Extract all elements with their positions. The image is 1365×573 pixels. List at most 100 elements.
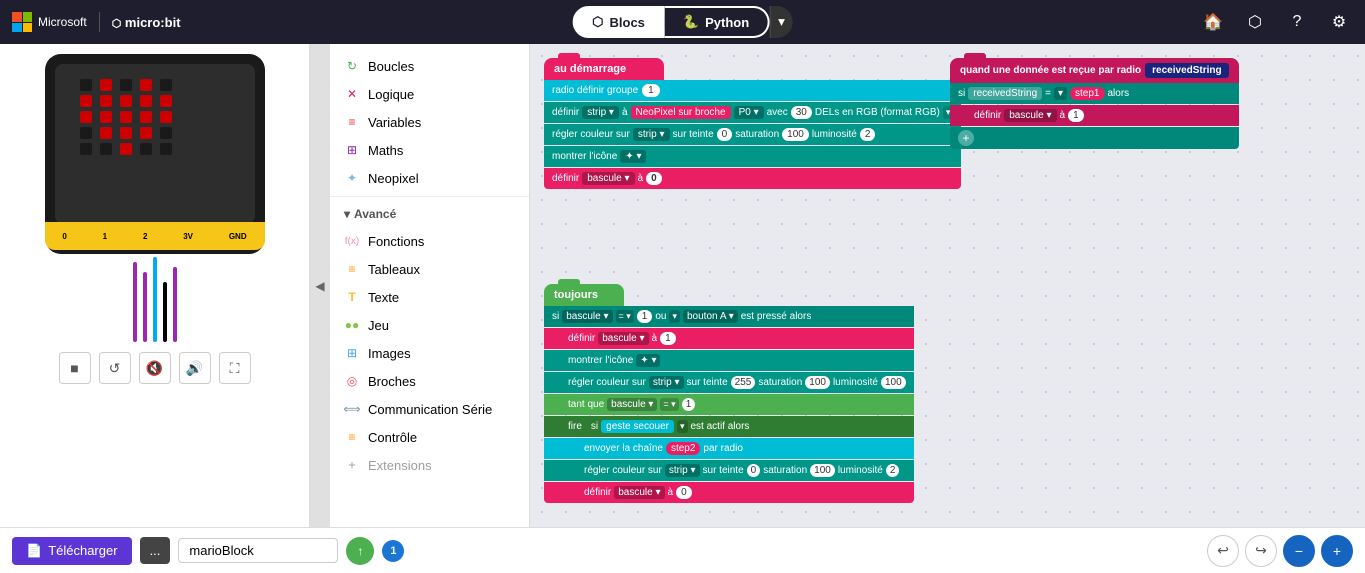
maths-label: Maths [368,143,403,158]
workspace-scroll[interactable]: au démarrage radio définir groupe 1 défi… [530,44,1365,527]
category-images[interactable]: ⊞ Images [330,339,529,367]
led-2-0 [80,111,92,123]
zoom-in-button[interactable]: + [1321,535,1353,567]
block-definir-bascule-setup[interactable]: définir bascule ▾ à 0 [544,168,961,189]
add-btn-radio[interactable]: + [958,130,974,146]
ou-dd[interactable]: ▾ [669,310,680,323]
sat-100-2: 100 [810,464,835,477]
share-button[interactable]: ⬡ [1241,8,1269,36]
stop-button[interactable]: ■ [59,352,91,384]
lum-2: 2 [860,128,876,141]
undo-button[interactable]: ↩ [1207,535,1239,567]
category-extensions[interactable]: + Extensions [330,451,529,479]
led-0-4 [160,79,172,91]
block-si-received[interactable]: si receivedString = ▾ step1 alors [950,83,1239,104]
microbit-label: ⬡ micro:bit [112,15,181,30]
category-fonctions[interactable]: f(x) Fonctions [330,227,529,255]
always-hat-block[interactable]: toujours [544,284,624,306]
wire-blue [153,257,157,342]
pin-dropdown[interactable]: P0 ▾ [734,106,764,119]
block-regler-couleur-setup[interactable]: régler couleur sur strip ▾ sur teinte 0 … [544,124,961,145]
eq-dd-tantque[interactable]: = ▾ [660,398,678,411]
bascule-dropdown-radio[interactable]: bascule ▾ [1004,109,1056,122]
geste-dd[interactable]: ▾ [677,420,688,433]
category-tableaux[interactable]: ≡ Tableaux [330,255,529,283]
home-button[interactable]: 🏠 [1199,8,1227,36]
icon-dropdown-setup[interactable]: ✦ ▾ [620,150,646,163]
icon-dd-always[interactable]: ✦ ▾ [636,354,660,367]
fullscreen-button[interactable]: ⛶ [219,352,251,384]
redo-button[interactable]: ↪ [1245,535,1277,567]
bascule-dd1[interactable]: bascule ▾ [562,310,612,323]
lum-100: 100 [881,376,906,389]
hue-0: 0 [717,128,733,141]
logique-label: Logique [368,87,414,102]
bottom-bar: 📄 Télécharger ... ↑ 1 ↩ ↪ − + [0,527,1365,573]
tab-chevron-button[interactable]: ▾ [769,6,793,38]
block-montrer-icone-always[interactable]: montrer l'icône ✦ ▾ [544,350,914,371]
category-controle[interactable]: ≡ Contrôle [330,423,529,451]
sidebar-toggle-button[interactable]: ◀ [310,44,330,527]
bascule-dropdown-setup[interactable]: bascule ▾ [582,172,634,185]
block-add-radio[interactable]: + [950,127,1239,149]
workspace[interactable]: au démarrage radio définir groupe 1 défi… [530,44,1365,527]
zoom-out-button[interactable]: − [1283,535,1315,567]
category-texte[interactable]: T Texte [330,283,529,311]
strip-dd-2[interactable]: strip ▾ [665,464,700,477]
category-neopixel[interactable]: ✦ Neopixel [330,164,529,192]
block-definir-bascule-0[interactable]: définir bascule ▾ à 0 [544,482,914,503]
category-maths[interactable]: ⊞ Maths [330,136,529,164]
blocs-tab[interactable]: ⬡ Blocs [572,6,665,38]
block-regler-couleur-always[interactable]: régler couleur sur strip ▾ sur teinte 25… [544,372,914,393]
category-logique[interactable]: ✕ Logique [330,80,529,108]
bouton-dd[interactable]: bouton A ▾ [683,310,738,323]
settings-button[interactable]: ⚙ [1325,8,1353,36]
led-grid [80,79,176,155]
simulator-panel: 0123VGND ■ ↺ 🔇 🔊 ⛶ [0,44,310,527]
hue-0-2: 0 [747,464,761,477]
block-tant-que[interactable]: tant que bascule ▾ = ▾ 1 [544,394,914,415]
download-button[interactable]: 📄 Télécharger [12,537,132,565]
block-envoyer-chaine[interactable]: envoyer la chaîne step2 par radio [544,438,914,459]
bascule-dd-tantque[interactable]: bascule ▾ [607,398,657,411]
block-montrer-icone-setup[interactable]: montrer l'icône ✦ ▾ [544,146,961,167]
advanced-section[interactable]: ▾ Avancé [330,201,529,227]
block-definir-bascule-1[interactable]: définir bascule ▾ à 1 [544,328,914,349]
radio-blocks: si receivedString = ▾ step1 alors défini… [950,83,1239,149]
block-definir-strip[interactable]: définir strip ▾ à NeoPixel sur broche P0… [544,102,961,123]
bascule-dd-end[interactable]: bascule ▾ [614,486,664,499]
strip-dropdown2[interactable]: strip ▾ [633,128,670,141]
radio-group: quand une donnée est reçue par radio rec… [950,58,1239,149]
strip-dd-always[interactable]: strip ▾ [649,376,684,389]
block-si-bascule[interactable]: si bascule ▾ = ▾ 1 ou ▾ bouton A ▾ est p… [544,306,914,327]
python-tab[interactable]: 🐍 Python [665,6,769,38]
eq-dd1[interactable]: = ▾ [616,310,634,323]
bascule-dd2[interactable]: bascule ▾ [598,332,648,345]
reload-button[interactable]: ↺ [99,352,131,384]
category-jeu[interactable]: ●● Jeu [330,311,529,339]
val-1-tantque: 1 [682,398,696,411]
texte-icon: T [344,289,360,305]
strip-dropdown[interactable]: strip ▾ [582,106,619,119]
speaker-button[interactable]: 🔊 [179,352,211,384]
help-button[interactable]: ? [1283,8,1311,36]
block-faire[interactable]: fire si geste secouer ▾ est actif alors [544,416,914,437]
led-2-3 [140,111,152,123]
led-0-0 [80,79,92,91]
upload-arrow-button[interactable]: ↑ [346,537,374,565]
images-icon: ⊞ [344,345,360,361]
block-regler-couleur-2[interactable]: régler couleur sur strip ▾ sur teinte 0 … [544,460,914,481]
setup-hat-block[interactable]: au démarrage [544,58,664,80]
category-variables[interactable]: ≡ Variables [330,108,529,136]
eq-dropdown[interactable]: ▾ [1054,87,1067,100]
category-communication[interactable]: ⟺ Communication Série [330,395,529,423]
mute-button[interactable]: 🔇 [139,352,171,384]
more-button[interactable]: ... [140,537,171,564]
chevron-down-icon: ▾ [344,207,350,221]
block-definir-bascule-radio[interactable]: définir bascule ▾ à 1 [950,105,1239,126]
radio-hat-block[interactable]: quand une donnée est reçue par radio rec… [950,58,1239,83]
block-radio-group[interactable]: radio définir groupe 1 [544,80,961,101]
category-boucles[interactable]: ↻ Boucles [330,52,529,80]
project-name-input[interactable] [178,538,338,563]
category-broches[interactable]: ◎ Broches [330,367,529,395]
